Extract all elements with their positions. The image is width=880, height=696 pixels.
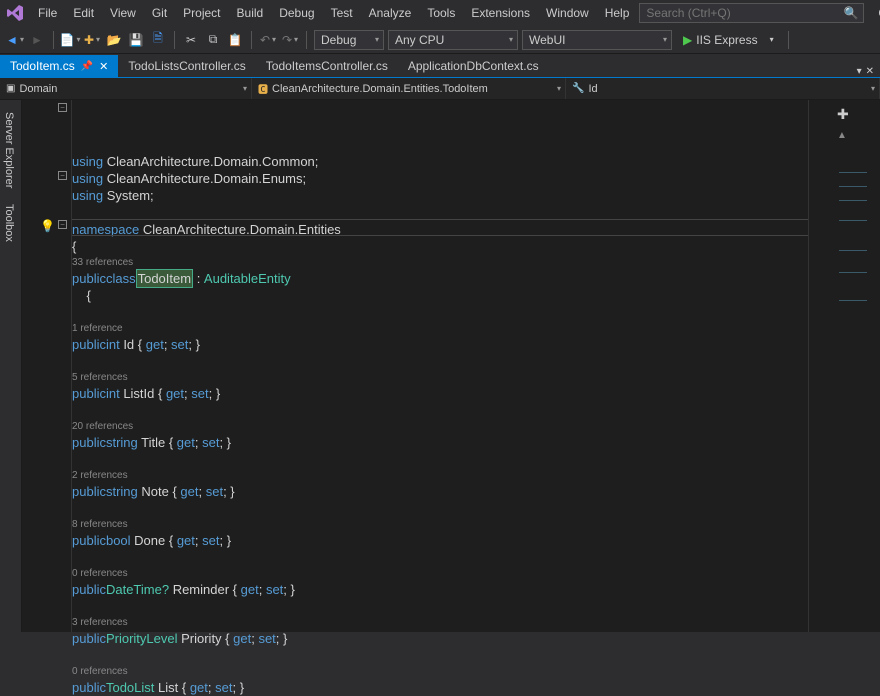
tab-overflow-button[interactable]: ▾ — [857, 66, 862, 77]
split-editor-icon[interactable]: ✚ — [837, 106, 849, 123]
close-tab-icon[interactable]: ✕ — [99, 60, 108, 73]
editor-gutter: − − − 💡 — [22, 100, 72, 632]
search-icon: 🔍 — [843, 6, 858, 20]
lightbulb-icon[interactable]: 💡 — [40, 219, 55, 233]
play-icon: ▶ — [683, 33, 692, 47]
pin-icon[interactable]: 📌 — [81, 61, 93, 72]
menu-edit[interactable]: Edit — [65, 3, 102, 23]
property-icon: 🔧 — [572, 83, 584, 94]
menu-extensions[interactable]: Extensions — [463, 3, 538, 23]
menu-help[interactable]: Help — [597, 3, 638, 23]
member-combo[interactable]: 🔧Id — [566, 78, 880, 99]
tab-label: TodoItem.cs — [10, 59, 75, 73]
fold-toggle[interactable]: − — [58, 103, 67, 112]
code-editor[interactable]: − − − 💡 using CleanArchitecture.Domain.C… — [22, 100, 880, 632]
fold-toggle[interactable]: − — [58, 220, 67, 229]
document-tab[interactable]: TodoItem.cs 📌 ✕ — [0, 55, 118, 77]
back-button[interactable]: ◄ — [6, 31, 24, 49]
menu-debug[interactable]: Debug — [271, 3, 322, 23]
project-icon: ▣ — [6, 83, 15, 94]
menu-bar: FileEditViewGitProjectBuildDebugTestAnal… — [0, 0, 880, 26]
tab-label: TodoItemsController.cs — [266, 59, 388, 73]
search-input[interactable] — [639, 3, 864, 23]
save-all-button[interactable]: 🗎 — [149, 31, 167, 49]
class-icon: 🅲 — [258, 81, 268, 96]
redo-button[interactable]: ↷ — [281, 31, 299, 49]
forward-button[interactable]: ► — [28, 31, 46, 49]
configuration-combo[interactable]: Debug — [314, 30, 384, 50]
copy-button[interactable]: ⧉ — [204, 31, 222, 49]
minimap[interactable]: ✚ ▲ — [808, 100, 880, 632]
undo-button[interactable]: ↶ — [259, 31, 277, 49]
document-tabs: TodoItem.cs 📌 ✕ TodoListsController.cs TodoI… — [0, 54, 880, 78]
document-tab[interactable]: TodoListsController.cs — [118, 55, 255, 77]
server-explorer-tab[interactable]: Server Explorer — [0, 104, 18, 196]
platform-combo[interactable]: Any CPU — [388, 30, 518, 50]
toolbox-tab[interactable]: Toolbox — [0, 196, 18, 250]
standard-toolbar: ◄ ► 📄 ✚ 📂 💾 🗎 ✂ ⧉ 📋 ↶ ↷ Debug Any CPU We… — [0, 26, 880, 54]
tab-label: TodoListsController.cs — [128, 59, 245, 73]
vs-logo-icon — [6, 2, 24, 24]
menu-test[interactable]: Test — [323, 3, 361, 23]
window-options-button[interactable]: ✕ — [866, 66, 874, 77]
new-project-button[interactable]: 📄 — [61, 31, 79, 49]
save-button[interactable]: 💾 — [127, 31, 145, 49]
document-tab[interactable]: ApplicationDbContext.cs — [398, 55, 549, 77]
startup-project-combo[interactable]: WebUI — [522, 30, 672, 50]
fold-toggle[interactable]: − — [58, 171, 67, 180]
tab-label: ApplicationDbContext.cs — [408, 59, 539, 73]
menu-tools[interactable]: Tools — [419, 3, 463, 23]
global-search[interactable]: 🔍 — [639, 3, 864, 23]
menu-analyze[interactable]: Analyze — [361, 3, 420, 23]
menu-window[interactable]: Window — [538, 3, 597, 23]
menu-file[interactable]: File — [30, 3, 65, 23]
scroll-up-icon[interactable]: ▲ — [837, 130, 847, 141]
left-tool-rail: Server Explorer Toolbox — [0, 100, 22, 632]
cut-button[interactable]: ✂ — [182, 31, 200, 49]
code-area[interactable]: using CleanArchitecture.Domain.Common;us… — [72, 100, 808, 632]
document-tab[interactable]: TodoItemsController.cs — [256, 55, 398, 77]
paste-button[interactable]: 📋 — [226, 31, 244, 49]
add-item-button[interactable]: ✚ — [83, 31, 101, 49]
type-combo[interactable]: 🅲CleanArchitecture.Domain.Entities.TodoI… — [252, 78, 566, 99]
code-navbar: ▣Domain 🅲CleanArchitecture.Domain.Entiti… — [0, 78, 880, 100]
scope-combo[interactable]: ▣Domain — [0, 78, 252, 99]
menu-build[interactable]: Build — [229, 3, 272, 23]
menu-view[interactable]: View — [102, 3, 144, 23]
open-button[interactable]: 📂 — [105, 31, 123, 49]
menu-project[interactable]: Project — [175, 3, 228, 23]
run-button[interactable]: ▶IIS Express▾ — [676, 30, 781, 50]
menu-git[interactable]: Git — [144, 3, 175, 23]
